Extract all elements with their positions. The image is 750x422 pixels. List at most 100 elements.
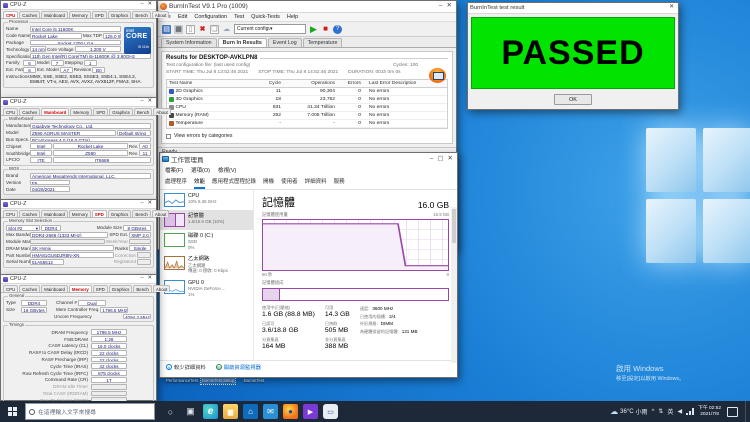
fewer-details-button[interactable]: ∧ 較少詳細資料 [166,363,206,371]
stop-test-icon[interactable]: ■ [321,25,330,34]
close-icon[interactable]: ✕ [445,3,454,10]
menu-item[interactable]: Test [234,14,244,20]
task-manager-tab[interactable]: 應用程式歷程記錄 [212,177,256,189]
burnintest-tab[interactable]: System Information [161,38,217,47]
cortana-icon[interactable]: ○ [163,404,178,419]
table-row[interactable]: CPU 831 41.34 Trillion 0 No errors [167,104,447,112]
sidebar-item-memory[interactable]: 記憶體 1.6/15.9 GB (10%) [160,210,253,230]
browser-icon[interactable]: ● [283,404,298,419]
task-manager-tab[interactable]: 使用者 [281,177,298,189]
cpuz-titlebar[interactable]: CPU-Z – ✕ [1,275,156,284]
close-icon[interactable]: ✕ [667,5,676,11]
show-desktop-button[interactable] [745,401,748,422]
cpuz-tab[interactable]: Graphics [108,210,132,217]
start-test-icon[interactable]: ▶ [309,25,318,34]
task-manager-tab[interactable]: 服務 [334,177,345,189]
delete-icon[interactable]: ✖ [198,25,207,34]
file-explorer-icon[interactable]: ▆ [223,404,238,419]
cloud-icon[interactable]: ☁ [222,25,231,34]
cpuz-titlebar[interactable]: CPU-Z – ✕ [1,1,156,10]
close-icon[interactable]: ✕ [145,99,154,104]
chat-app-icon[interactable]: ▭ [323,404,338,419]
checkbox[interactable] [166,134,171,139]
cpuz-tab[interactable]: Caches [19,108,40,115]
cpuz-tab[interactable]: SPD [93,108,108,115]
menu-item[interactable]: Help [287,14,298,20]
cpuz-tab[interactable]: SPD [92,11,107,18]
task-manager-tab[interactable]: 詳細資料 [305,177,327,189]
passed-titlebar[interactable]: BurnInTest test result ✕ [468,3,678,14]
table-row[interactable]: 3D Graphics 18 23,752 0 No errors [167,96,447,104]
menu-item[interactable]: Edit [178,14,187,20]
open-resource-monitor-link[interactable]: ▤ 開啟資源監視器 [216,363,261,371]
burnintest-tab[interactable]: Event Log [268,38,302,47]
task-manager-titlebar[interactable]: 工作管理員 – ▢ ✕ [160,153,457,165]
copy-icon[interactable]: ❏ [210,25,219,34]
sidebar-item-cpu[interactable]: CPU 10% 5.36 GHz [160,190,253,210]
print-icon[interactable]: ▦ [174,25,183,34]
cpuz-tab[interactable]: SPD [93,285,108,292]
ok-button[interactable]: OK [554,94,592,105]
menu-item[interactable]: 檔案(F) [165,166,183,174]
task-view-icon[interactable]: ▣ [183,404,198,419]
cpuz-tab[interactable]: About [153,285,170,292]
cpuz-tab[interactable]: CPU [3,108,18,115]
slot-select[interactable]: Slot #2▾ [6,225,40,231]
maximize-icon[interactable]: ▢ [435,156,445,163]
close-icon[interactable]: ✕ [145,276,154,281]
task-manager-tab[interactable]: 開機 [263,177,274,189]
minimize-icon[interactable]: – [428,156,436,163]
cpuz-tab[interactable]: SPD [92,210,107,217]
cpuz-tab[interactable]: Bench [132,11,150,18]
cpuz-tab[interactable]: Mainboard [41,210,68,217]
cpuz-tab[interactable]: About [152,11,169,18]
tray-clock[interactable]: 下午 02:52 2021/7/8 [698,406,721,418]
search-input[interactable]: 在這裡輸入文字來搜尋 [25,403,155,420]
cpuz-tab[interactable]: Graphics [109,285,133,292]
cpuz-tab[interactable]: Memory [69,210,91,217]
cpuz-tab[interactable]: Caches [19,285,40,292]
task-manager-tab[interactable]: 處理程序 [165,177,187,189]
page-icon[interactable]: ▯ [186,25,195,34]
speaker-icon[interactable]: ◀ [677,408,682,415]
tray-chevron-icon[interactable]: ^ [652,409,655,415]
minimize-icon[interactable]: – [437,3,445,10]
sidebar-item-disk[interactable]: 磁碟 0 (C:) SSD 0% [160,230,253,253]
cpuz-tab[interactable]: Graphics [109,108,133,115]
table-row[interactable]: 2D Graphics 11 90,304 0 No errors [167,88,447,96]
minimize-icon[interactable]: – [138,201,145,206]
cpuz-tab[interactable]: Graphics [108,11,132,18]
cpuz-tab[interactable]: Memory [69,11,91,18]
updown-icon[interactable]: ⇅ [658,408,663,415]
network-icon[interactable] [686,408,694,415]
cpuz-titlebar[interactable]: CPU-Z – ✕ [1,98,156,107]
help-icon[interactable]: ? [333,25,342,34]
task-manager-tab[interactable]: 效能 [194,177,205,189]
close-icon[interactable]: ✕ [446,156,455,163]
cpuz-tab[interactable]: Mainboard [41,108,69,115]
ime-indicator[interactable]: 英 [667,407,673,416]
start-button[interactable] [0,401,24,422]
microsoft-store-icon[interactable]: ⌂ [243,404,258,419]
close-icon[interactable]: ✕ [145,201,154,206]
menu-item[interactable]: 選項(O) [191,166,210,174]
cpuz-tab[interactable]: CPU [3,210,18,217]
mail-icon[interactable]: ✉ [263,404,278,419]
sidebar-item-ethernet[interactable]: 乙太網路 乙太網路 傳送: 0 接收: 0 Kbps [160,253,253,276]
cpuz-tab[interactable]: About [152,210,169,217]
burnintest-titlebar[interactable]: BurnInTest V9.1 Pro (1009) – ✕ [158,1,456,13]
configuration-select[interactable]: Current configuration ▾ [234,24,306,34]
cpuz-tab[interactable]: Caches [19,210,40,217]
close-icon[interactable]: ✕ [145,2,154,7]
menu-item[interactable]: Configuration [194,14,227,20]
action-center-icon[interactable] [727,407,738,417]
table-row[interactable]: Temperature - - 0 No errors [167,120,447,128]
cpuz-tab[interactable]: Bench [134,108,152,115]
cpuz-tab[interactable]: Memory [70,108,92,115]
cpuz-tab[interactable]: Memory [69,285,92,292]
edge-icon[interactable]: e [203,404,218,419]
burnintest-tab[interactable]: Burn In Results [218,38,267,47]
cpuz-tab[interactable]: About [153,108,170,115]
minimize-icon[interactable]: – [138,276,145,281]
menu-item[interactable]: Quick-Tests [251,14,280,20]
